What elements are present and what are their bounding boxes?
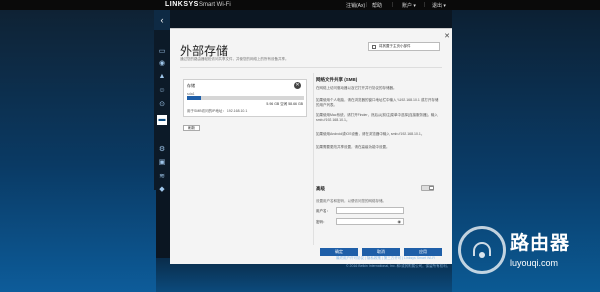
smb-title: 网络文件共享 (SMB) (316, 77, 358, 82)
advanced-label: 高级 (316, 186, 325, 191)
eject-icon[interactable]: ✕ (294, 82, 301, 89)
password-label: 密码： (316, 220, 327, 224)
close-icon[interactable]: ✕ (443, 33, 451, 41)
storage-usage-fill (187, 96, 202, 100)
username-label: 用户名： (316, 209, 330, 213)
ok-button[interactable]: 确定 (320, 248, 358, 256)
separator: | (424, 2, 426, 8)
smb-paragraph: 如果使用个人电脑，请在浏览器的窗口地址栏中输入 \\192.168.10.1 或… (316, 98, 439, 107)
storage-card: 存储 ✕ sda1 5.96 GB 空闲 58.66 GB 用于SMB访问的IP… (183, 79, 307, 117)
top-bar: LINKSYS Smart Wi-Fi 注销(Ax) | 帮助 | 账户 ▾ |… (0, 0, 600, 10)
storage-usage-bar (187, 96, 304, 100)
parental-icon[interactable]: ☺ (157, 86, 167, 96)
credentials-note: 设置用户名和密码，以便访问您的网络存储。 (316, 199, 386, 203)
connectivity-icon[interactable]: ⚙ (157, 145, 167, 155)
background-left (0, 10, 156, 292)
toggle-knob (429, 186, 434, 190)
smb-paragraph: 在网络上访问驱动器以及它打开并行协议的存储器。 (316, 86, 397, 90)
password-field[interactable]: ◉ (336, 218, 404, 225)
help-link[interactable]: 帮助 (372, 2, 382, 9)
column-divider (313, 73, 314, 245)
divider (180, 67, 442, 68)
signal-dot (479, 252, 485, 258)
cancel-button[interactable]: 取消 (362, 248, 400, 256)
smb-paragraph: 如果使用Android或iOS设备，请在浏览器中输入 smb://192.168… (316, 132, 425, 136)
account-menu[interactable]: 账户 ▾ (402, 2, 416, 9)
speed-icon[interactable]: ⊙ (157, 100, 167, 110)
refresh-button[interactable]: 刷新 (183, 125, 200, 131)
top-link-ax[interactable]: 注销(Ax) (346, 2, 365, 9)
apply-button[interactable]: 应用 (404, 248, 442, 256)
smb-paragraph: 如果需要更改共享设置，请在高级功能中设置。 (316, 145, 390, 149)
storage-size: 5.96 GB 空闲 58.66 GB (266, 102, 303, 106)
brand-subtitle: Smart Wi-Fi (199, 1, 231, 8)
storage-label: 存储 (187, 83, 195, 88)
devices-icon[interactable]: ▭ (157, 47, 167, 57)
wireless-icon[interactable]: ≋ (157, 172, 167, 182)
logout-menu[interactable]: 退出 ▾ (432, 2, 446, 9)
security-icon[interactable]: ◆ (157, 185, 167, 195)
show-password-icon[interactable]: ◉ (398, 219, 402, 225)
watermark-text: 路由器 (510, 233, 571, 254)
separator: | (392, 2, 394, 8)
alert-icon[interactable]: ▲ (157, 72, 167, 82)
brand-logo: LINKSYS (165, 1, 199, 8)
page-subtitle: 通过您的路由器轻松访问共享文件，并使您的网络上的所有设备共享。 (180, 57, 289, 61)
separator: | (366, 2, 368, 8)
home-widget-checkbox[interactable]: 将其置于主页小部件 (368, 42, 440, 51)
storage-icon[interactable]: ▬ (157, 115, 167, 125)
username-field[interactable] (336, 207, 404, 214)
external-storage-dialog: ✕ 外部存储 通过您的路由器轻松访问共享文件，并使您的网络上的所有设备共享。 将… (170, 28, 452, 264)
router-watermark-icon (458, 226, 506, 274)
smb-address: 用于SMB访问的IP地址： 192.168.10.1 (187, 109, 248, 113)
checkbox-icon[interactable] (372, 45, 376, 49)
collapse-nav-button[interactable]: ‹ (154, 10, 170, 30)
footer-copyright: © 2016 Belkin International, Inc. 和/或其附属… (346, 264, 451, 268)
smb-paragraph: 如果使用Mac系统，请打开Finder，然后从[前往]菜单中选择[连接服务器]，… (316, 113, 438, 122)
troubleshoot-icon[interactable]: ▣ (157, 158, 167, 168)
wifi-icon[interactable]: ◉ (157, 59, 167, 69)
home-widget-label: 将其置于主页小部件 (379, 44, 411, 48)
watermark-url: luyouqi.com (510, 258, 559, 268)
advanced-toggle[interactable] (421, 185, 434, 191)
footer-links[interactable]: 最终用户许可协议 | 隐私政策 | 第三方许可 | Linksys Smart … (336, 256, 435, 261)
